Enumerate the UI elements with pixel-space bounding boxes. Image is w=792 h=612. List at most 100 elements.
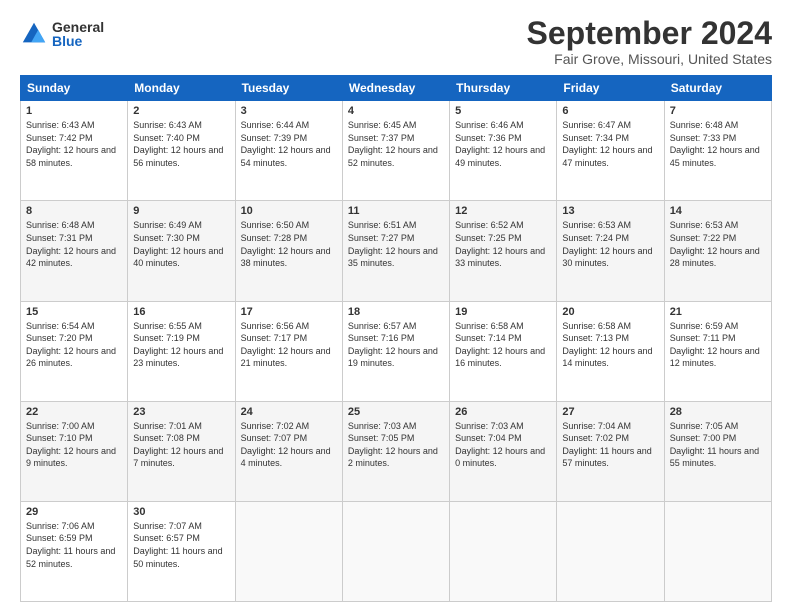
day-info: Sunrise: 6:51 AMSunset: 7:27 PMDaylight:… [348,219,444,269]
day-number: 1 [26,105,122,117]
day-number: 29 [26,506,122,518]
day-cell: 30 Sunrise: 7:07 AMSunset: 6:57 PMDaylig… [128,501,235,601]
week-row-1: 1 Sunrise: 6:43 AMSunset: 7:42 PMDayligh… [21,101,772,201]
day-info: Sunrise: 6:56 AMSunset: 7:17 PMDaylight:… [241,320,337,370]
day-number: 27 [562,406,658,418]
day-cell: 13 Sunrise: 6:53 AMSunset: 7:24 PMDaylig… [557,201,664,301]
day-cell: 12 Sunrise: 6:52 AMSunset: 7:25 PMDaylig… [450,201,557,301]
col-header-saturday: Saturday [664,76,771,101]
day-cell: 21 Sunrise: 6:59 AMSunset: 7:11 PMDaylig… [664,301,771,401]
logo: General Blue [20,20,104,48]
day-info: Sunrise: 7:06 AMSunset: 6:59 PMDaylight:… [26,520,122,570]
col-header-wednesday: Wednesday [342,76,449,101]
day-info: Sunrise: 7:05 AMSunset: 7:00 PMDaylight:… [670,420,766,470]
day-info: Sunrise: 6:53 AMSunset: 7:24 PMDaylight:… [562,219,658,269]
calendar-page: General Blue September 2024 Fair Grove, … [0,0,792,612]
day-number: 13 [562,205,658,217]
day-info: Sunrise: 6:43 AMSunset: 7:42 PMDaylight:… [26,119,122,169]
day-cell: 9 Sunrise: 6:49 AMSunset: 7:30 PMDayligh… [128,201,235,301]
col-header-friday: Friday [557,76,664,101]
day-info: Sunrise: 6:44 AMSunset: 7:39 PMDaylight:… [241,119,337,169]
day-cell: 10 Sunrise: 6:50 AMSunset: 7:28 PMDaylig… [235,201,342,301]
day-number: 10 [241,205,337,217]
day-number: 12 [455,205,551,217]
week-row-4: 22 Sunrise: 7:00 AMSunset: 7:10 PMDaylig… [21,401,772,501]
day-cell [342,501,449,601]
col-header-tuesday: Tuesday [235,76,342,101]
day-number: 16 [133,306,229,318]
day-info: Sunrise: 6:48 AMSunset: 7:33 PMDaylight:… [670,119,766,169]
day-info: Sunrise: 6:52 AMSunset: 7:25 PMDaylight:… [455,219,551,269]
day-info: Sunrise: 6:43 AMSunset: 7:40 PMDaylight:… [133,119,229,169]
week-row-5: 29 Sunrise: 7:06 AMSunset: 6:59 PMDaylig… [21,501,772,601]
day-number: 9 [133,205,229,217]
day-cell: 5 Sunrise: 6:46 AMSunset: 7:36 PMDayligh… [450,101,557,201]
day-info: Sunrise: 6:47 AMSunset: 7:34 PMDaylight:… [562,119,658,169]
day-cell [664,501,771,601]
day-cell: 25 Sunrise: 7:03 AMSunset: 7:05 PMDaylig… [342,401,449,501]
day-info: Sunrise: 7:03 AMSunset: 7:04 PMDaylight:… [455,420,551,470]
day-info: Sunrise: 6:53 AMSunset: 7:22 PMDaylight:… [670,219,766,269]
day-number: 15 [26,306,122,318]
day-number: 26 [455,406,551,418]
day-info: Sunrise: 6:46 AMSunset: 7:36 PMDaylight:… [455,119,551,169]
day-cell: 23 Sunrise: 7:01 AMSunset: 7:08 PMDaylig… [128,401,235,501]
day-cell: 8 Sunrise: 6:48 AMSunset: 7:31 PMDayligh… [21,201,128,301]
day-cell: 16 Sunrise: 6:55 AMSunset: 7:19 PMDaylig… [128,301,235,401]
day-number: 21 [670,306,766,318]
day-info: Sunrise: 6:48 AMSunset: 7:31 PMDaylight:… [26,219,122,269]
day-cell: 19 Sunrise: 6:58 AMSunset: 7:14 PMDaylig… [450,301,557,401]
day-cell: 2 Sunrise: 6:43 AMSunset: 7:40 PMDayligh… [128,101,235,201]
day-cell: 26 Sunrise: 7:03 AMSunset: 7:04 PMDaylig… [450,401,557,501]
day-cell: 22 Sunrise: 7:00 AMSunset: 7:10 PMDaylig… [21,401,128,501]
day-number: 18 [348,306,444,318]
day-cell: 18 Sunrise: 6:57 AMSunset: 7:16 PMDaylig… [342,301,449,401]
title-block: September 2024 Fair Grove, Missouri, Uni… [527,16,772,67]
location: Fair Grove, Missouri, United States [527,51,772,67]
day-number: 7 [670,105,766,117]
day-info: Sunrise: 7:00 AMSunset: 7:10 PMDaylight:… [26,420,122,470]
day-number: 14 [670,205,766,217]
col-header-monday: Monday [128,76,235,101]
day-number: 5 [455,105,551,117]
day-info: Sunrise: 6:58 AMSunset: 7:14 PMDaylight:… [455,320,551,370]
day-info: Sunrise: 7:04 AMSunset: 7:02 PMDaylight:… [562,420,658,470]
month-title: September 2024 [527,16,772,51]
day-info: Sunrise: 7:02 AMSunset: 7:07 PMDaylight:… [241,420,337,470]
day-info: Sunrise: 6:54 AMSunset: 7:20 PMDaylight:… [26,320,122,370]
day-cell: 28 Sunrise: 7:05 AMSunset: 7:00 PMDaylig… [664,401,771,501]
day-number: 11 [348,205,444,217]
col-header-thursday: Thursday [450,76,557,101]
day-number: 6 [562,105,658,117]
day-info: Sunrise: 6:50 AMSunset: 7:28 PMDaylight:… [241,219,337,269]
day-cell [557,501,664,601]
day-cell: 14 Sunrise: 6:53 AMSunset: 7:22 PMDaylig… [664,201,771,301]
day-info: Sunrise: 6:45 AMSunset: 7:37 PMDaylight:… [348,119,444,169]
day-number: 3 [241,105,337,117]
day-info: Sunrise: 6:55 AMSunset: 7:19 PMDaylight:… [133,320,229,370]
day-cell: 4 Sunrise: 6:45 AMSunset: 7:37 PMDayligh… [342,101,449,201]
day-number: 25 [348,406,444,418]
day-number: 24 [241,406,337,418]
week-row-3: 15 Sunrise: 6:54 AMSunset: 7:20 PMDaylig… [21,301,772,401]
header: General Blue September 2024 Fair Grove, … [20,16,772,67]
day-cell: 1 Sunrise: 6:43 AMSunset: 7:42 PMDayligh… [21,101,128,201]
day-number: 4 [348,105,444,117]
header-row: SundayMondayTuesdayWednesdayThursdayFrid… [21,76,772,101]
day-cell [450,501,557,601]
day-number: 23 [133,406,229,418]
day-info: Sunrise: 7:01 AMSunset: 7:08 PMDaylight:… [133,420,229,470]
day-number: 2 [133,105,229,117]
day-number: 28 [670,406,766,418]
day-cell: 27 Sunrise: 7:04 AMSunset: 7:02 PMDaylig… [557,401,664,501]
day-cell: 7 Sunrise: 6:48 AMSunset: 7:33 PMDayligh… [664,101,771,201]
logo-icon [20,20,48,48]
day-cell: 17 Sunrise: 6:56 AMSunset: 7:17 PMDaylig… [235,301,342,401]
day-number: 22 [26,406,122,418]
day-number: 30 [133,506,229,518]
day-number: 19 [455,306,551,318]
day-cell: 6 Sunrise: 6:47 AMSunset: 7:34 PMDayligh… [557,101,664,201]
day-info: Sunrise: 6:58 AMSunset: 7:13 PMDaylight:… [562,320,658,370]
day-cell: 15 Sunrise: 6:54 AMSunset: 7:20 PMDaylig… [21,301,128,401]
calendar-table: SundayMondayTuesdayWednesdayThursdayFrid… [20,75,772,602]
